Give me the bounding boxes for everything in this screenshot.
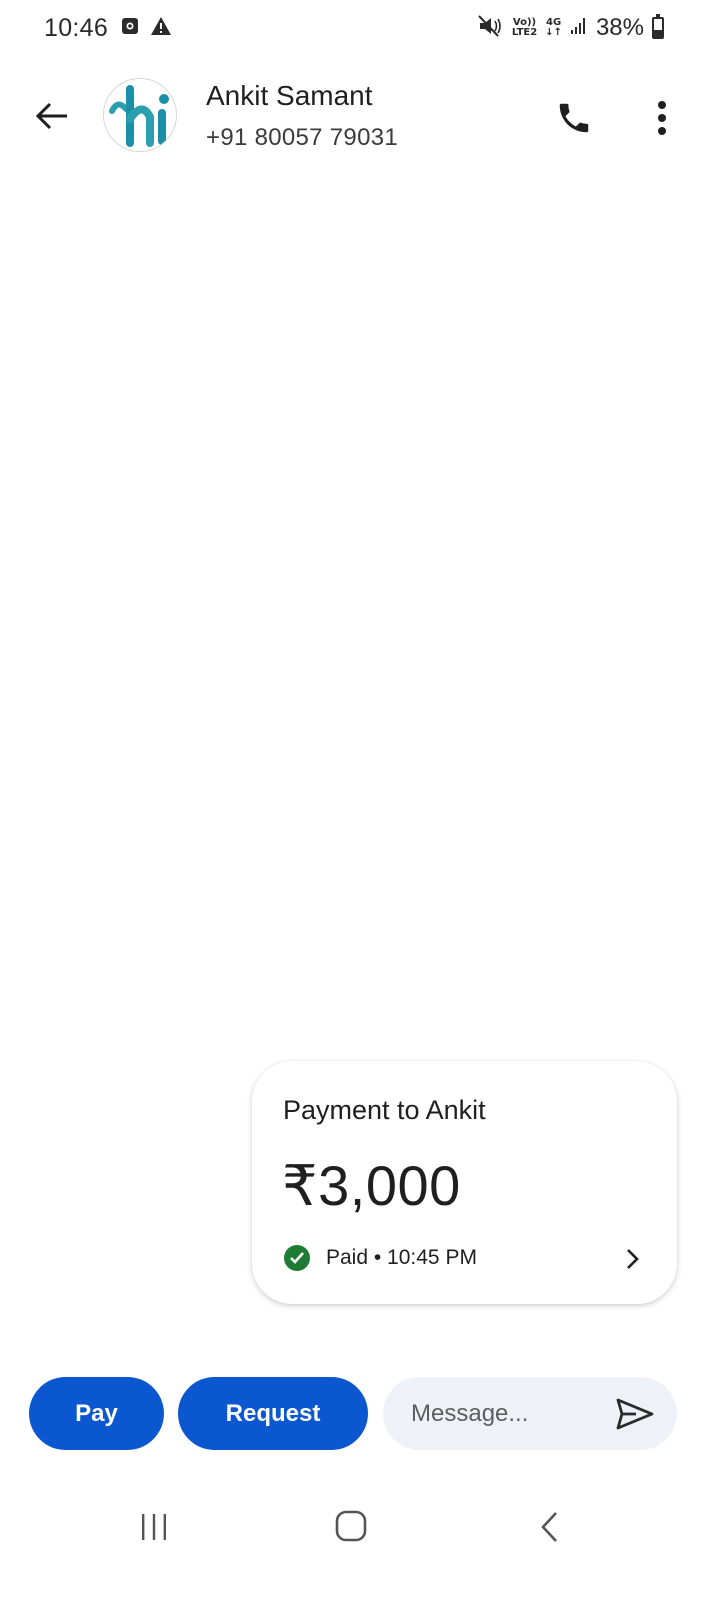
payment-status: Paid • 10:45 PM [326, 1246, 477, 1269]
screenshot-icon [120, 16, 140, 41]
system-nav-bar [0, 1490, 720, 1570]
mute-icon [478, 14, 504, 42]
message-composer [383, 1377, 677, 1450]
contact-name: Ankit Samant [206, 80, 373, 111]
battery-fill [654, 30, 662, 37]
send-icon [616, 1398, 654, 1430]
nav-back-icon[interactable] [538, 1510, 562, 1544]
volte-indicator: Vo)) LTE2 [512, 18, 537, 38]
more-options-button[interactable] [644, 96, 680, 140]
conversation-header: Ankit Samant +91 80057 79031 [0, 70, 720, 166]
payment-amount: ₹3,000 [282, 1154, 461, 1217]
check-circle-icon [284, 1245, 310, 1271]
status-right-icons: Vo)) LTE2 4G ↓↑ 38% [478, 14, 664, 42]
warning-icon [150, 16, 172, 41]
phone-icon [559, 103, 589, 133]
request-button[interactable]: Request [178, 1377, 368, 1450]
data-arrows: ↓↑ [545, 27, 562, 38]
lte-label: LTE2 [511, 27, 538, 38]
back-arrow-icon [35, 102, 67, 130]
battery-percent: 38% [595, 14, 644, 41]
more-vert-icon [658, 101, 666, 135]
battery-icon [652, 14, 664, 39]
avatar[interactable] [103, 78, 177, 152]
signal-icon [570, 17, 588, 40]
payment-title: Payment to Ankit [283, 1095, 486, 1125]
data-indicator: 4G ↓↑ [545, 18, 562, 38]
pay-button[interactable]: Pay [29, 1377, 164, 1450]
contact-phone: +91 80057 79031 [206, 124, 399, 151]
status-bar: 10:46 Vo)) LTE2 4G ↓↑ 38% [0, 0, 720, 58]
chevron-right-icon [627, 1249, 639, 1269]
back-button[interactable] [32, 96, 72, 136]
status-time: 10:46 [44, 14, 109, 42]
recents-icon[interactable] [138, 1510, 170, 1544]
call-button[interactable] [552, 96, 596, 140]
message-input[interactable] [411, 1397, 601, 1431]
payment-status-row: Paid • 10:45 PM [284, 1245, 477, 1271]
send-button[interactable] [615, 1395, 655, 1433]
status-left-icons [120, 16, 172, 41]
home-icon[interactable] [334, 1509, 368, 1543]
hi-logo-icon [109, 85, 169, 147]
payment-card[interactable]: Payment to Ankit ₹3,000 Paid • 10:45 PM [252, 1061, 677, 1304]
